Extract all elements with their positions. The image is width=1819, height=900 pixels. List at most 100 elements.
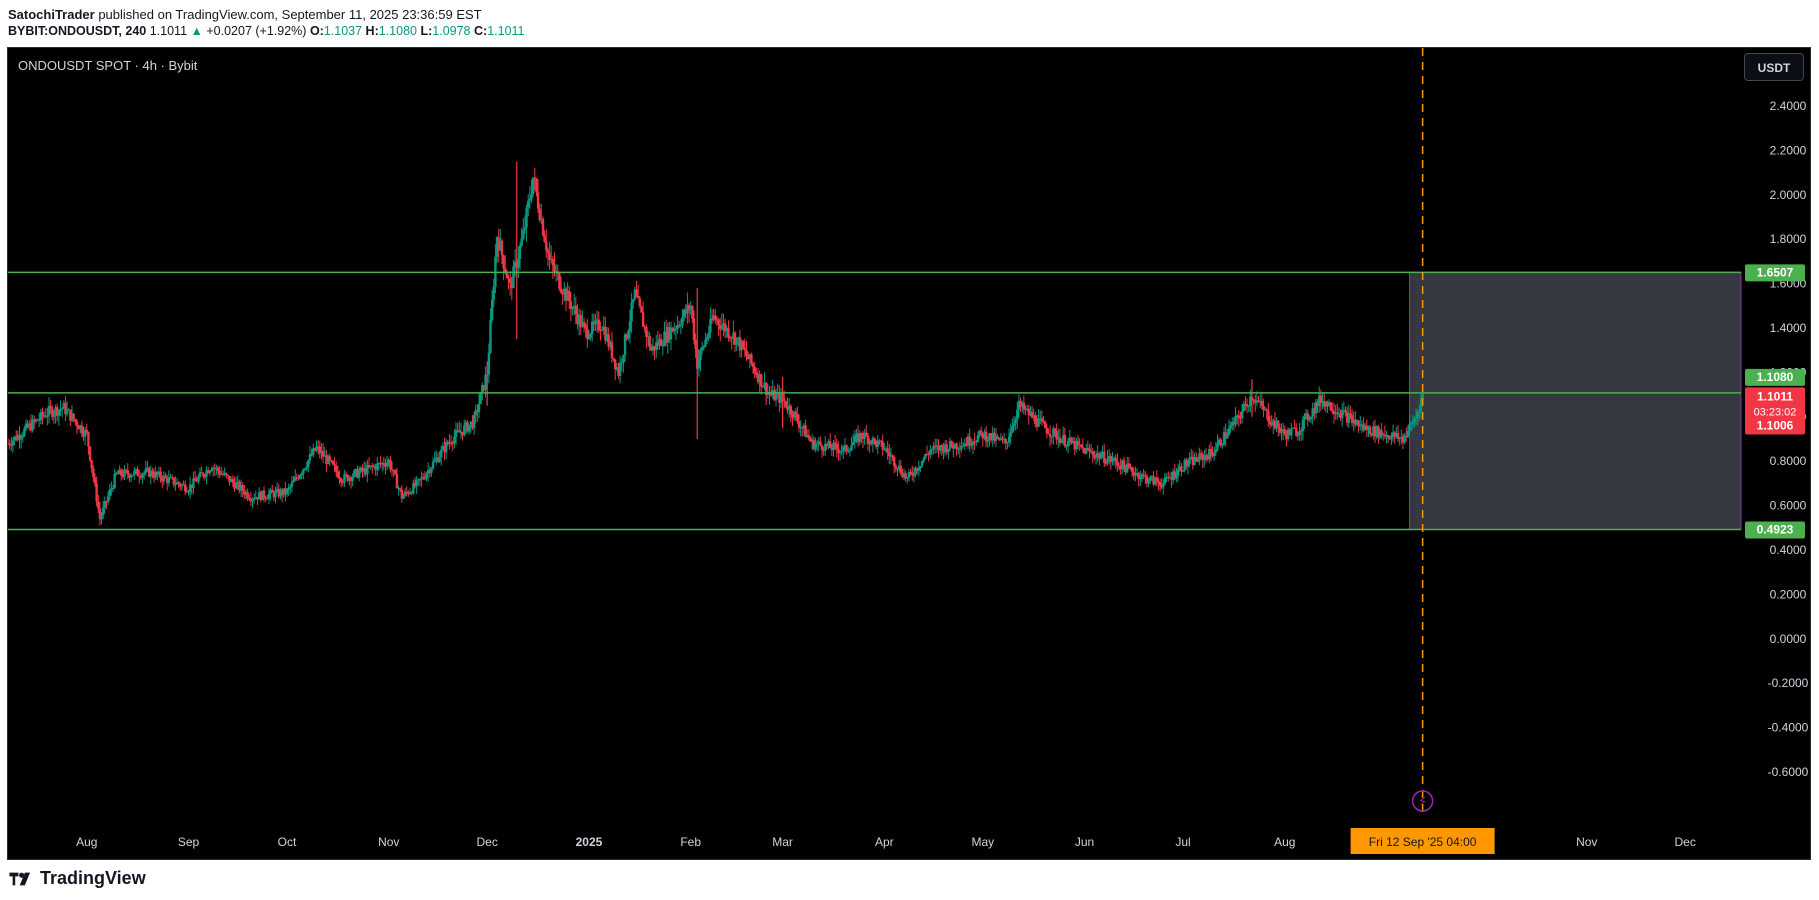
candle-body [1240, 410, 1244, 419]
candle-body [912, 474, 916, 476]
candle-body [167, 477, 171, 484]
candle-body [1065, 445, 1068, 447]
candle-body [589, 334, 592, 338]
candle-body [1329, 402, 1332, 411]
candle-body [797, 421, 801, 428]
candle-body [522, 229, 525, 239]
candle-body [1341, 410, 1344, 419]
chart-frame[interactable]: ⚡2.40002.20002.00001.80001.60001.40001.2… [7, 47, 1811, 860]
candle-body [399, 488, 402, 490]
candle-body [1034, 415, 1037, 424]
candle-body [1416, 412, 1419, 418]
candle-body [1099, 456, 1103, 459]
candle-body [1006, 442, 1009, 444]
brand-name: TradingView [40, 868, 146, 888]
candle-body [1398, 437, 1401, 439]
currency-button[interactable]: USDT [1744, 53, 1804, 81]
candle-body [640, 306, 643, 313]
author-name[interactable]: SatochiTrader [8, 7, 95, 22]
candle-body [95, 483, 98, 502]
candle-body [1139, 477, 1142, 480]
candle-body [8, 443, 11, 446]
candle-body [1199, 453, 1203, 455]
candle-body [298, 475, 302, 479]
candle-body [487, 352, 491, 375]
candle-body [1301, 420, 1305, 432]
candle-body [648, 336, 651, 348]
candle-body [37, 419, 41, 421]
candle-body [947, 449, 950, 453]
candle-body [920, 460, 924, 467]
candle-body [472, 415, 476, 428]
price-label-text: 1.1011 [1757, 389, 1793, 403]
candle-body [492, 286, 495, 300]
y-tick-label: -0.2000 [1768, 676, 1809, 690]
candle-body [571, 307, 574, 310]
candle-body [72, 413, 75, 420]
candle-body [1421, 392, 1424, 399]
candle-body [894, 466, 898, 469]
candle-body [144, 468, 148, 473]
candle-body [1176, 469, 1180, 476]
candle-body [520, 238, 523, 246]
candle-body [530, 194, 533, 199]
x-tick-label: Sep [178, 835, 200, 849]
candle-body [1022, 402, 1026, 410]
candle-body [582, 321, 586, 325]
candle-body [11, 440, 15, 446]
candle-body [743, 348, 747, 351]
candle-body [1359, 425, 1362, 427]
candle-body [635, 289, 638, 296]
candle-body [174, 484, 177, 486]
x-tick-label: Jun [1075, 835, 1094, 849]
candle-body [1016, 409, 1019, 420]
footer-brand[interactable]: TradingView [8, 868, 146, 889]
candle-body [1290, 428, 1293, 436]
candle-body [1175, 475, 1178, 479]
candle-body [720, 325, 724, 330]
candle-body [389, 459, 392, 470]
candle-body [1111, 460, 1114, 462]
candle-body [1158, 482, 1162, 486]
candle-body [543, 235, 546, 242]
candle-body [1198, 453, 1201, 462]
candle-body [1180, 466, 1183, 472]
candle-body [630, 302, 633, 322]
up-triangle-icon: ▲ [190, 24, 203, 38]
candle-body [1303, 415, 1306, 421]
candle-body [1413, 418, 1416, 423]
candle-body [833, 442, 837, 444]
candle-body [551, 258, 555, 266]
candle-body [1414, 417, 1418, 419]
candle-body [1280, 430, 1283, 433]
countdown-text: 03:23:02 [1754, 406, 1797, 418]
candle-body [1106, 458, 1109, 463]
candle-body [1181, 470, 1185, 472]
candle-body [794, 411, 797, 415]
candle-body [111, 487, 115, 489]
candle-body [225, 473, 228, 475]
candle-body [755, 372, 758, 376]
candle-body [336, 471, 340, 478]
x-tick-label: Feb [680, 835, 701, 849]
candle-body [1155, 477, 1158, 482]
price-chart[interactable]: ⚡2.40002.20002.00001.80001.60001.40001.2… [8, 48, 1810, 859]
candle-body [394, 470, 397, 475]
candle-body [814, 444, 817, 450]
candle-body [674, 328, 678, 330]
range-box [1408, 271, 1742, 531]
candle-body [1296, 435, 1300, 437]
candle-body [126, 470, 130, 475]
candle-body [23, 428, 26, 436]
candle-body [638, 298, 642, 307]
candle-body [1411, 422, 1414, 424]
candle-body [1094, 455, 1098, 458]
candle-body [1091, 451, 1094, 456]
candle-body [742, 341, 745, 349]
candle-body [881, 441, 884, 450]
candle-body [431, 461, 435, 469]
candle-body [1134, 473, 1137, 476]
candle-body [709, 318, 712, 333]
candle-body [892, 456, 896, 467]
candle-body [704, 339, 707, 347]
